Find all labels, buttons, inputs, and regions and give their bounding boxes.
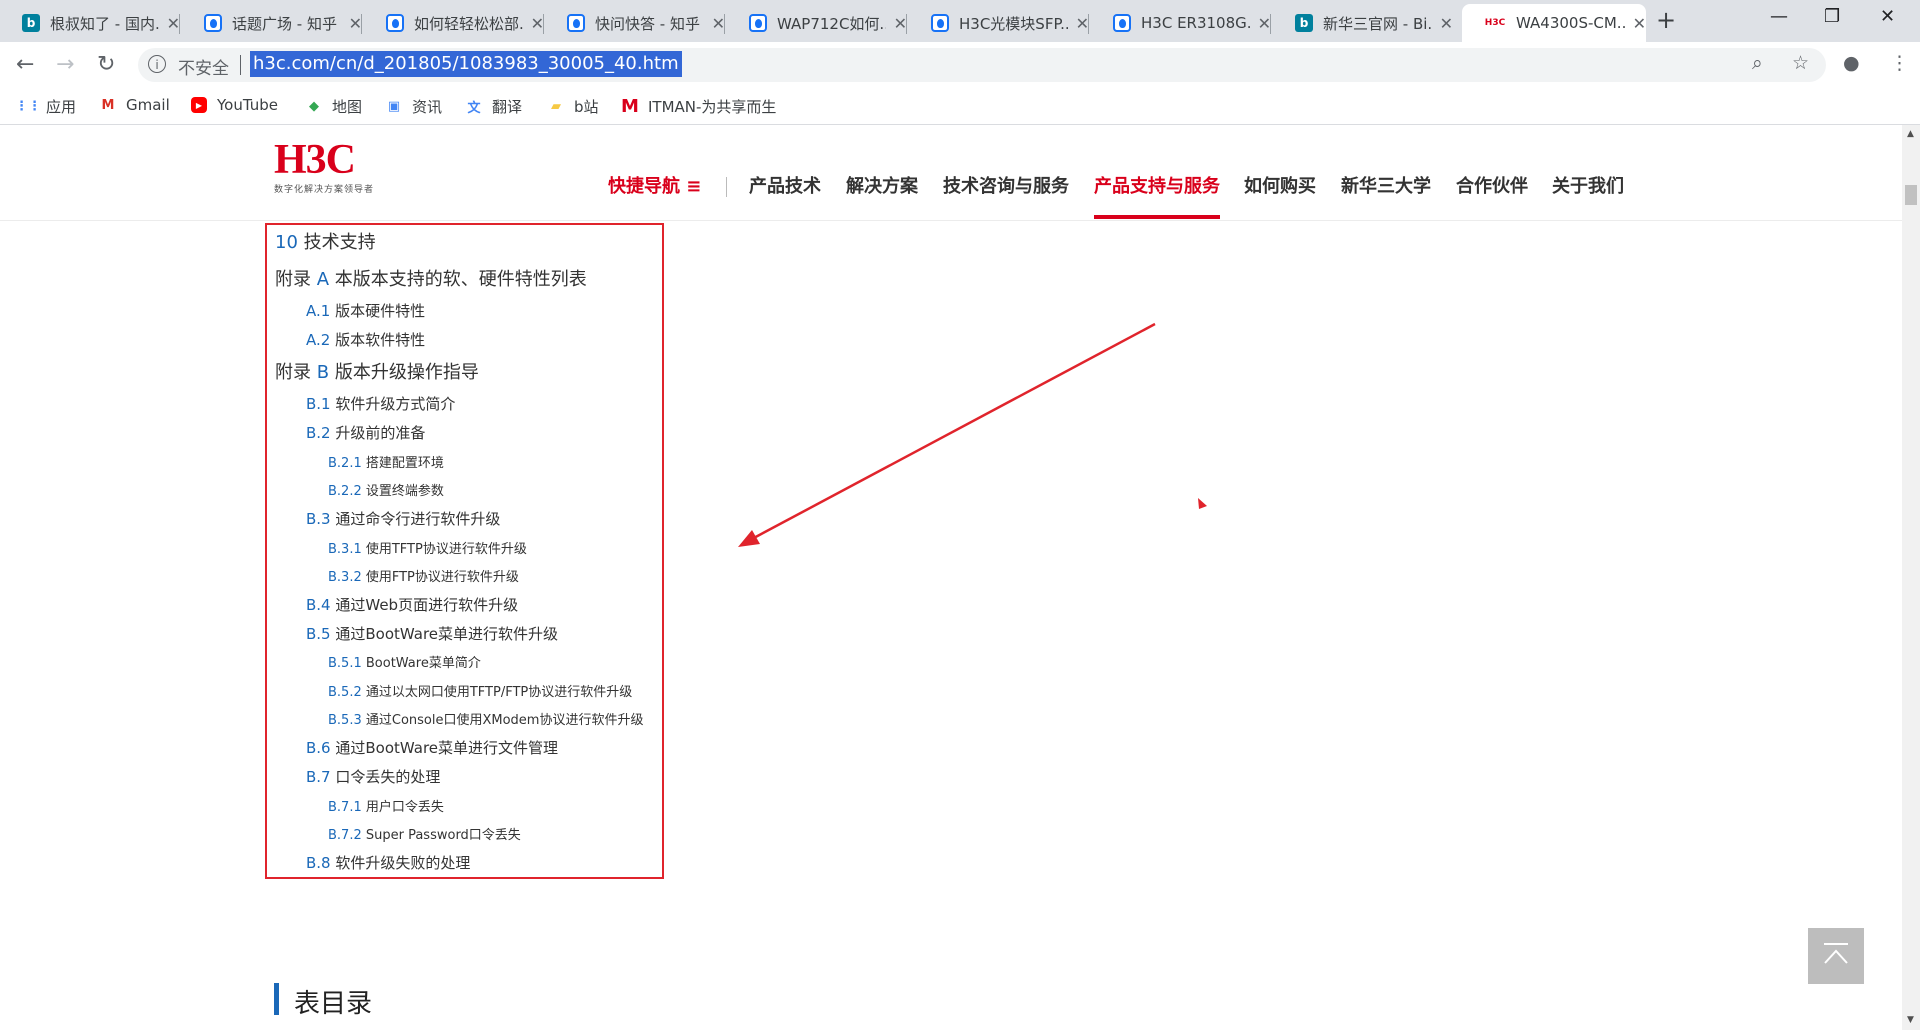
- annotation-arrow: [738, 322, 1207, 547]
- arrow-head: [738, 530, 760, 547]
- annotation-mark: [1198, 498, 1207, 509]
- scroll-down-icon[interactable]: ▼: [1907, 1015, 1914, 1025]
- back-to-top-button[interactable]: [1808, 928, 1864, 984]
- scroll-up-icon[interactable]: ▲: [1907, 129, 1914, 139]
- scroll-thumb[interactable]: [1905, 185, 1917, 205]
- section-title: 表目录: [294, 989, 373, 1019]
- page-scrollbar[interactable]: ▲ ▼: [1902, 125, 1920, 1030]
- section-accent-bar: [274, 983, 279, 1015]
- arrow-up-icon: [1822, 941, 1850, 969]
- arrow-shaft: [749, 322, 1156, 542]
